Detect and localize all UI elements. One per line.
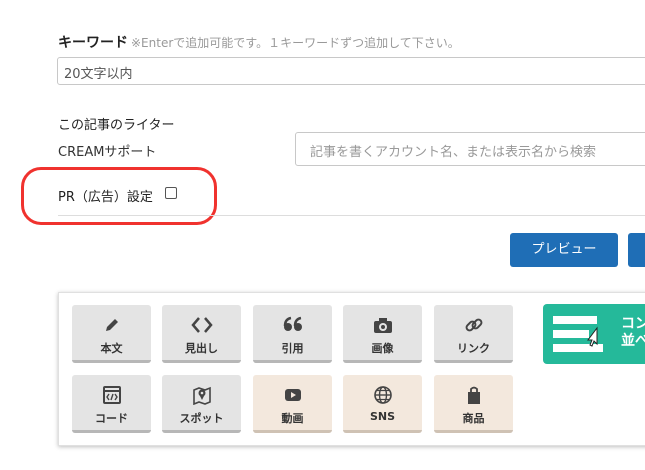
tool-label: 本文 bbox=[100, 342, 123, 355]
tool-label: 見出し bbox=[185, 342, 218, 355]
quote-icon bbox=[253, 315, 332, 335]
tool-label: 動画 bbox=[281, 412, 304, 425]
tool-image-button[interactable]: 画像 bbox=[343, 305, 422, 363]
tool-link-button[interactable]: リンク bbox=[434, 305, 513, 363]
shopping-bag-icon bbox=[434, 385, 513, 405]
tool-sns-button[interactable]: SNS bbox=[343, 375, 422, 433]
tool-code-button[interactable]: コード bbox=[72, 375, 151, 433]
tool-product-button[interactable]: 商品 bbox=[434, 375, 513, 433]
next-action-button[interactable] bbox=[628, 233, 645, 267]
tool-label: SNS bbox=[369, 410, 396, 423]
writer-name: CREAMサポート bbox=[58, 145, 157, 160]
pr-setting-checkbox[interactable] bbox=[165, 187, 177, 199]
keyword-input[interactable]: 20文字以内 bbox=[57, 57, 645, 85]
reorder-content-button[interactable]: コン 並べ bbox=[543, 304, 645, 364]
globe-icon bbox=[343, 385, 422, 405]
code-icon bbox=[72, 385, 151, 405]
youtube-icon bbox=[253, 385, 332, 405]
tool-label: スポット bbox=[179, 412, 224, 425]
tool-label: 画像 bbox=[371, 342, 394, 355]
writer-section-title: この記事のライター bbox=[58, 118, 175, 133]
angle-brackets-icon bbox=[162, 315, 241, 335]
tool-label: 引用 bbox=[281, 342, 304, 355]
tool-video-button[interactable]: 動画 bbox=[253, 375, 332, 433]
pr-setting-label: PR（広告）設定 bbox=[58, 190, 153, 205]
tool-body-text-button[interactable]: 本文 bbox=[72, 305, 151, 363]
tool-label: リンク bbox=[457, 342, 490, 355]
reorder-content-label: コン 並べ bbox=[621, 316, 645, 349]
map-pin-icon bbox=[162, 385, 241, 405]
tool-quote-button[interactable]: 引用 bbox=[253, 305, 332, 363]
writer-search-input[interactable]: 記事を書くアカウント名、または表示名から検索 bbox=[295, 132, 645, 166]
tool-label: コード bbox=[95, 412, 128, 425]
pencil-icon bbox=[72, 315, 151, 335]
preview-button[interactable]: プレビュー bbox=[510, 233, 618, 267]
camera-icon bbox=[343, 315, 422, 335]
section-divider bbox=[58, 215, 645, 216]
keyword-label: キーワード bbox=[58, 35, 128, 51]
tool-heading-button[interactable]: 見出し bbox=[162, 305, 241, 363]
tool-spot-button[interactable]: スポット bbox=[162, 375, 241, 433]
link-icon bbox=[434, 315, 513, 335]
reorder-blocks-icon bbox=[553, 314, 615, 354]
keyword-note: ※Enterで追加可能です。１キーワードずつ追加して下さい。 bbox=[131, 36, 460, 50]
tool-label: 商品 bbox=[462, 412, 485, 425]
